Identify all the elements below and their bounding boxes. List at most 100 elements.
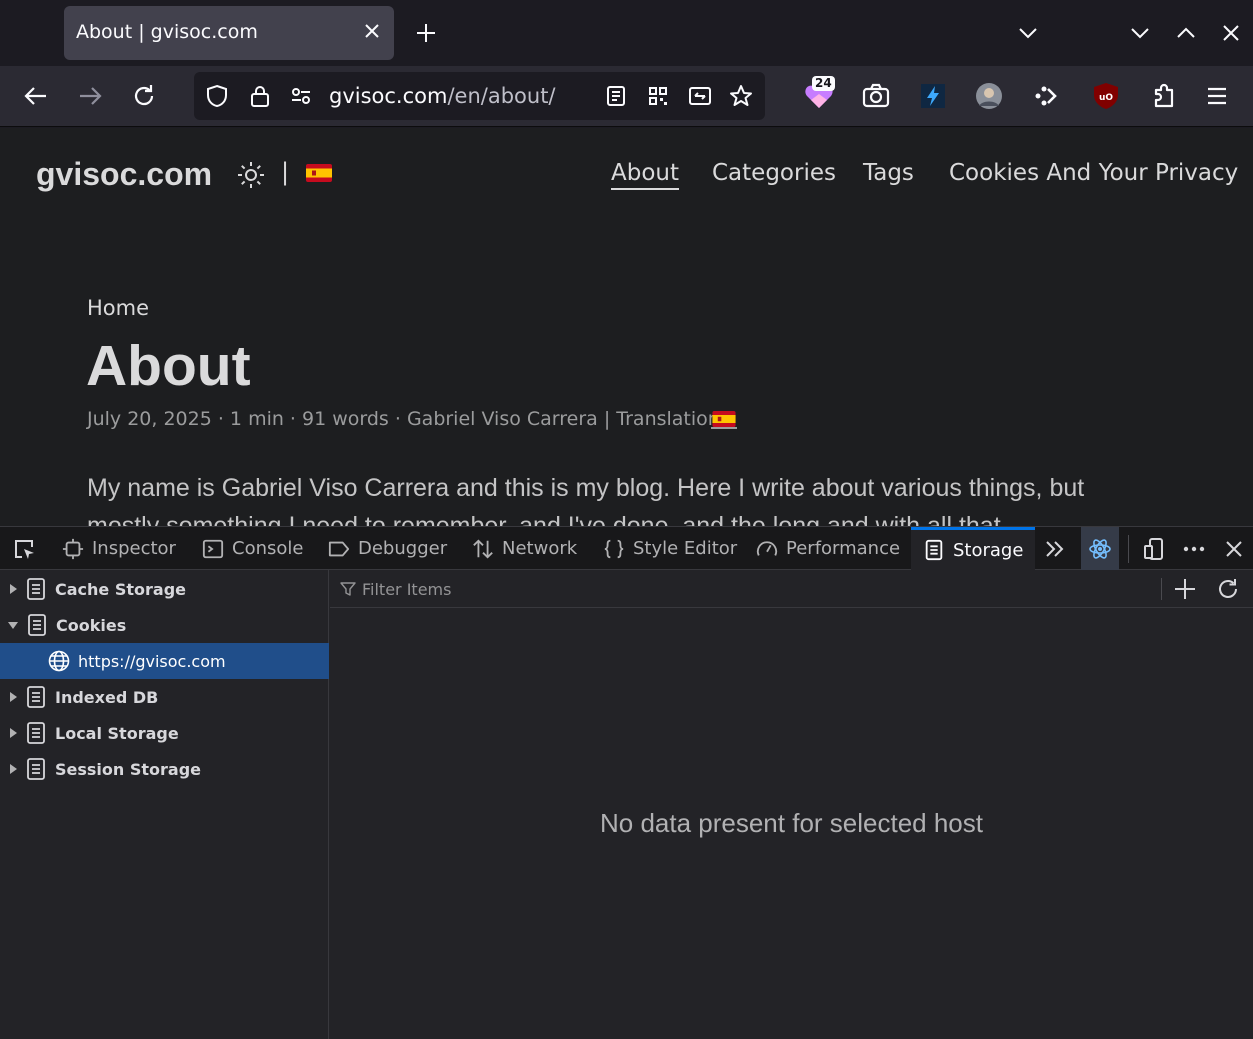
style-editor-braces-icon: [604, 539, 624, 558]
tab-inspector[interactable]: Inspector: [62, 527, 176, 570]
extension-dots-icon[interactable]: [1030, 80, 1062, 112]
storage-icon: [27, 758, 45, 780]
maximize-icon[interactable]: [1174, 21, 1198, 45]
tab-network[interactable]: Network: [472, 527, 577, 570]
debugger-icon: [328, 541, 350, 556]
spain-flag-icon[interactable]: [306, 164, 332, 182]
tab-style-editor[interactable]: Style Editor: [603, 527, 737, 570]
inspector-icon: [62, 538, 84, 559]
navigation-toolbar: gvisoc.com/en/about/ 24 uO: [0, 66, 1253, 127]
tree-item-cookies[interactable]: Cookies: [0, 607, 329, 643]
filter-items-input[interactable]: [362, 579, 1142, 599]
element-picker-icon[interactable]: [12, 537, 36, 561]
reload-icon[interactable]: [130, 82, 158, 110]
extensions-puzzle-icon[interactable]: [1148, 80, 1180, 112]
tracking-protection-shield-icon[interactable]: [205, 84, 229, 108]
svg-text:uO: uO: [1099, 93, 1113, 103]
storage-icon: [27, 686, 45, 708]
translate-page-icon[interactable]: [688, 84, 712, 108]
tab-storage[interactable]: Storage: [911, 527, 1036, 570]
nav-cookies-privacy[interactable]: Cookies And Your Privacy: [949, 160, 1238, 186]
close-tab-icon[interactable]: [360, 19, 384, 43]
tab-performance[interactable]: Performance: [756, 527, 900, 570]
storage-tree: Cache Storage Cookies https://gvisoc.com…: [0, 570, 329, 1039]
nav-categories[interactable]: Categories: [712, 160, 836, 186]
theme-toggle-sun-icon[interactable]: [236, 160, 266, 190]
nav-about[interactable]: About: [611, 160, 680, 190]
ublock-origin-icon[interactable]: uO: [1090, 80, 1122, 112]
tree-item-label: Local Storage: [55, 723, 179, 743]
translation-spain-flag-icon[interactable]: [711, 411, 737, 429]
bookmark-star-icon[interactable]: [729, 84, 753, 108]
tree-item-local-storage[interactable]: Local Storage: [0, 715, 329, 751]
permissions-icon[interactable]: [289, 84, 313, 108]
tab-console-label: Console: [232, 538, 304, 559]
intro-paragraph: My name is Gabriel Viso Carrera and this…: [87, 474, 1085, 502]
reader-view-icon[interactable]: [604, 84, 628, 108]
tab-console[interactable]: Console: [202, 527, 303, 570]
empty-state-message: No data present for selected host: [599, 808, 983, 838]
extension-bolt-icon[interactable]: [917, 80, 949, 112]
header-separator: |: [281, 158, 290, 186]
more-options-icon[interactable]: [1182, 537, 1206, 561]
refresh-items-icon[interactable]: [1216, 577, 1240, 601]
minimize-icon[interactable]: [1128, 21, 1152, 45]
tab-strip: About | gvisoc.com: [0, 0, 1253, 66]
devtools-panel: Inspector Console Debugger Network Style…: [0, 526, 1253, 1039]
tab-storage-label: Storage: [953, 539, 1024, 561]
close-window-icon[interactable]: [1219, 21, 1243, 45]
lock-icon[interactable]: [248, 84, 272, 108]
forward-arrow-icon[interactable]: [76, 82, 104, 110]
add-item-plus-icon[interactable]: [1173, 577, 1197, 601]
back-arrow-icon[interactable]: [22, 82, 50, 110]
qr-code-icon[interactable]: [646, 84, 670, 108]
tab-performance-label: Performance: [786, 538, 901, 559]
tab-debugger[interactable]: Debugger: [328, 527, 447, 570]
tree-item-indexed-db[interactable]: Indexed DB: [0, 679, 329, 715]
hamburger-menu-icon[interactable]: [1201, 80, 1233, 112]
storage-icon: [27, 722, 45, 744]
tab-style-editor-label: Style Editor: [633, 538, 738, 559]
more-tabs-chevron-icon[interactable]: [1043, 537, 1067, 561]
tree-item-label: Indexed DB: [55, 687, 159, 707]
post-meta: July 20, 2025 · 1 min · 91 words · Gabri…: [87, 408, 736, 430]
storage-icon: [28, 614, 46, 636]
expand-arrow-icon[interactable]: [10, 728, 17, 738]
filter-divider: [1161, 578, 1162, 600]
responsive-design-mode-icon[interactable]: [1142, 537, 1166, 561]
web-page: gvisoc.com | About Categories Tags Cooki…: [0, 128, 1253, 526]
tree-item-cache-storage[interactable]: Cache Storage: [0, 571, 329, 607]
tree-item-gvisoc-host[interactable]: https://gvisoc.com: [0, 643, 329, 679]
profile-avatar-icon[interactable]: [973, 80, 1005, 112]
nav-tags[interactable]: Tags: [863, 160, 914, 186]
filter-field[interactable]: [340, 570, 1160, 608]
site-logo[interactable]: gvisoc.com: [36, 156, 212, 193]
url-bar[interactable]: gvisoc.com/en/about/: [194, 72, 765, 120]
expand-arrow-icon[interactable]: [10, 692, 17, 702]
devtools-toolbar: Inspector Console Debugger Network Style…: [0, 527, 1253, 570]
tab-title: About | gvisoc.com: [76, 21, 258, 43]
expand-arrow-icon[interactable]: [10, 584, 17, 594]
new-tab-icon[interactable]: [414, 21, 438, 45]
react-atom-icon: [1089, 539, 1111, 559]
tree-item-session-storage[interactable]: Session Storage: [0, 751, 329, 787]
close-devtools-icon[interactable]: [1222, 537, 1246, 561]
filter-bar: [330, 570, 1253, 608]
expand-arrow-icon[interactable]: [10, 764, 17, 774]
react-devtools-tab[interactable]: [1081, 527, 1119, 570]
tab-inspector-label: Inspector: [92, 538, 176, 559]
network-icon: [473, 538, 493, 559]
storage-table-panel: No data present for selected host: [330, 570, 1253, 1039]
toolbar-divider: [1128, 535, 1129, 563]
breadcrumb-home[interactable]: Home: [87, 296, 149, 320]
extension-badge: 24: [812, 76, 835, 91]
intro-paragraph-cut: mostly something I need to remember, and…: [87, 512, 1001, 526]
globe-icon: [48, 650, 70, 672]
collapse-arrow-icon[interactable]: [8, 621, 18, 629]
list-tabs-icon[interactable]: [1016, 21, 1040, 45]
browser-tab-about[interactable]: About | gvisoc.com: [64, 6, 394, 60]
screenshot-camera-icon[interactable]: [860, 80, 892, 112]
url-path: /en/about/: [447, 84, 556, 108]
tab-debugger-label: Debugger: [358, 538, 448, 559]
url-text[interactable]: gvisoc.com/en/about/: [329, 84, 556, 108]
